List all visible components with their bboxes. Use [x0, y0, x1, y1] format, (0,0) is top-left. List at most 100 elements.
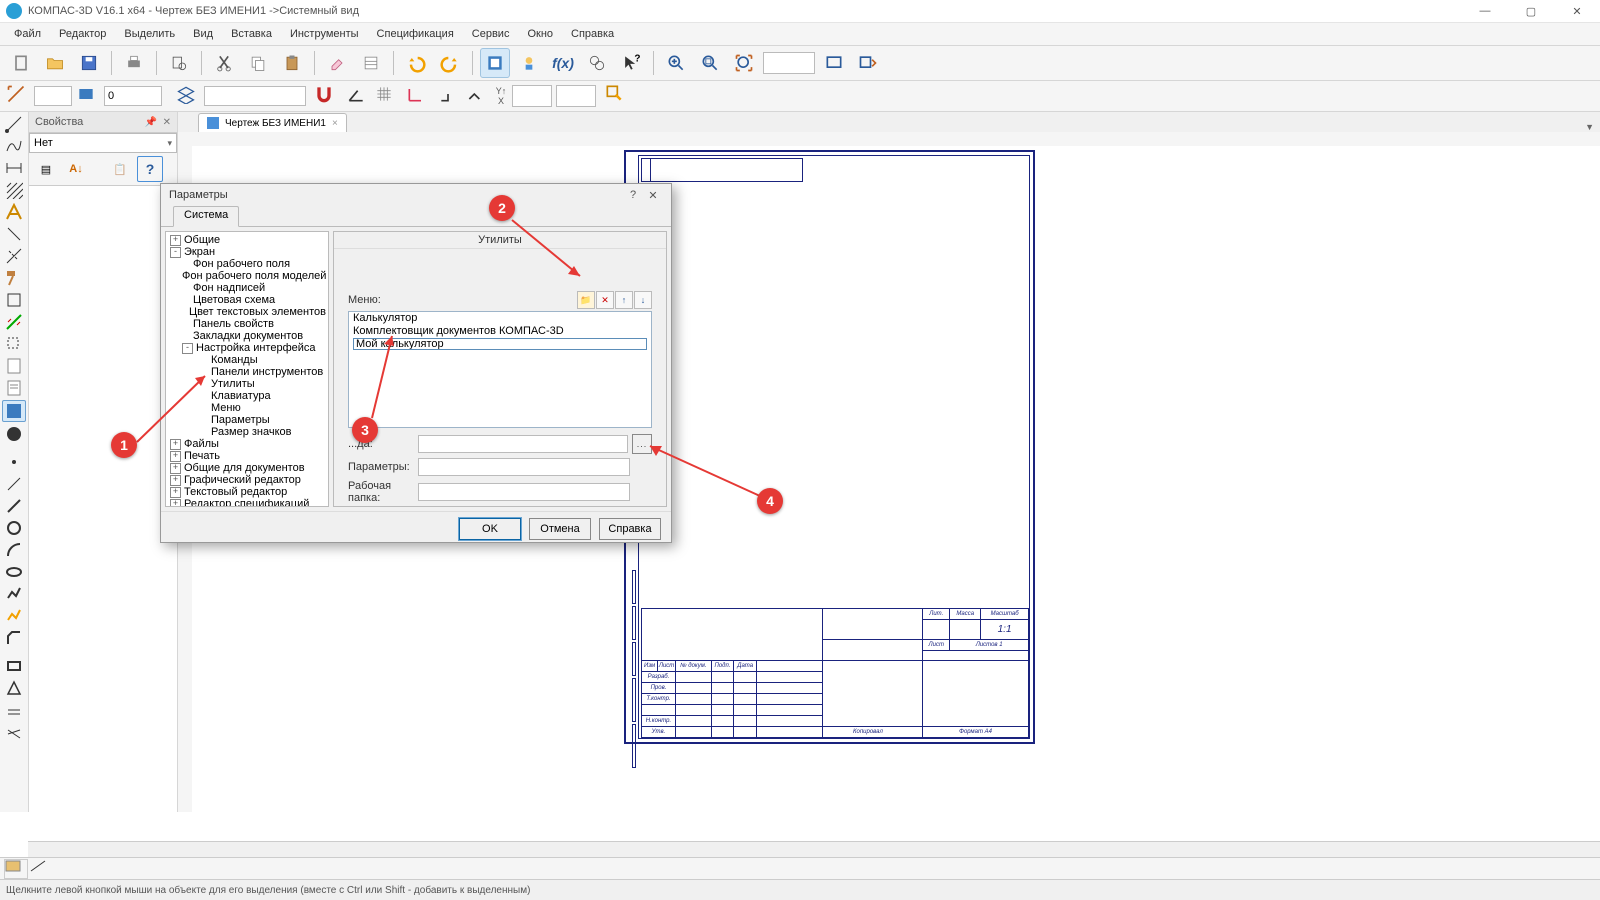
- chamfer-icon[interactable]: [3, 628, 25, 648]
- layers-icon[interactable]: [176, 84, 200, 108]
- arc-icon[interactable]: [3, 540, 25, 560]
- props-categorize-icon[interactable]: ▤: [33, 156, 59, 182]
- list-item-editing[interactable]: [349, 338, 651, 351]
- tree-node[interactable]: Фон надписей: [166, 282, 328, 294]
- function-icon[interactable]: f(x): [548, 48, 578, 78]
- measure-icon[interactable]: [3, 246, 25, 266]
- dialog-close-icon[interactable]: ✕: [643, 189, 663, 202]
- props-selector[interactable]: Нет: [29, 133, 177, 153]
- tree-node[interactable]: -Настройка интерфейса: [166, 342, 328, 354]
- add-menu-item-button[interactable]: 📁: [577, 291, 595, 309]
- rebuild-button[interactable]: [582, 48, 612, 78]
- report-icon[interactable]: [3, 378, 25, 398]
- equid-icon[interactable]: [3, 700, 25, 720]
- workdir-input[interactable]: [418, 483, 630, 501]
- tree-node[interactable]: +Общие для документов: [166, 462, 328, 474]
- menu-specification[interactable]: Спецификация: [369, 26, 462, 42]
- tree-node[interactable]: +Общие: [166, 234, 328, 246]
- circle-black-icon[interactable]: [3, 424, 25, 444]
- save-button[interactable]: [74, 48, 104, 78]
- dialog-tab-system[interactable]: Система: [173, 206, 239, 227]
- open-file-button[interactable]: [40, 48, 70, 78]
- point-icon[interactable]: [3, 452, 25, 472]
- cancel-button[interactable]: Отмена: [529, 518, 591, 540]
- document-tab[interactable]: Чертеж БЕЗ ИМЕНИ1 ×: [198, 113, 347, 132]
- dims-icon[interactable]: [3, 158, 25, 178]
- manager-button[interactable]: [480, 48, 510, 78]
- cut-button[interactable]: [209, 48, 239, 78]
- tree-node[interactable]: Панель свойств: [166, 318, 328, 330]
- round-icon[interactable]: [466, 84, 490, 108]
- contour-icon[interactable]: [3, 678, 25, 698]
- bezier-icon[interactable]: [3, 606, 25, 626]
- help-button[interactable]: Справка: [599, 518, 661, 540]
- doc-tab-close-icon[interactable]: ×: [332, 118, 338, 129]
- maximize-button[interactable]: ▢: [1508, 0, 1554, 22]
- props-help-icon[interactable]: ?: [137, 156, 163, 182]
- param-icon[interactable]: [3, 290, 25, 310]
- spec-icon[interactable]: [3, 356, 25, 376]
- tree-node[interactable]: Параметры: [166, 414, 328, 426]
- menu-items-list[interactable]: Калькулятор Комплектовщик документов КОМ…: [348, 311, 652, 428]
- local-cs-icon[interactable]: [406, 84, 430, 108]
- geometry-icon[interactable]: [3, 114, 25, 134]
- bt-line-icon[interactable]: [30, 860, 52, 878]
- zoom-in-button[interactable]: [661, 48, 691, 78]
- panel-close-icon[interactable]: ✕: [163, 117, 171, 128]
- sketch-pencil-icon[interactable]: [604, 83, 630, 109]
- menu-file[interactable]: Файл: [6, 26, 49, 42]
- aux-line-icon[interactable]: [3, 474, 25, 494]
- text-icon[interactable]: [3, 202, 25, 222]
- tree-node[interactable]: Закладки документов: [166, 330, 328, 342]
- paste-button[interactable]: [277, 48, 307, 78]
- props-apply-icon[interactable]: 📋: [107, 156, 133, 182]
- hatch-icon[interactable]: [3, 180, 25, 200]
- layername-combo[interactable]: [204, 86, 306, 106]
- menu-name-input[interactable]: [353, 338, 647, 350]
- print-button[interactable]: [119, 48, 149, 78]
- zoom-window-button[interactable]: [695, 48, 725, 78]
- tree-node[interactable]: +Графический редактор: [166, 474, 328, 486]
- menu-view[interactable]: Вид: [185, 26, 221, 42]
- move-down-button[interactable]: ↓: [634, 291, 652, 309]
- redraw-button[interactable]: [853, 48, 883, 78]
- minimize-button[interactable]: —: [1462, 0, 1508, 22]
- view-button[interactable]: [76, 84, 100, 108]
- menu-insert[interactable]: Вставка: [223, 26, 280, 42]
- tree-node[interactable]: +Текстовый редактор: [166, 486, 328, 498]
- tree-node[interactable]: Фон рабочего поля моделей: [166, 270, 328, 282]
- menu-window[interactable]: Окно: [519, 26, 561, 42]
- params-input[interactable]: [418, 458, 630, 476]
- tree-node[interactable]: Цветовая схема: [166, 294, 328, 306]
- new-file-button[interactable]: [6, 48, 36, 78]
- variables-button[interactable]: [514, 48, 544, 78]
- tree-node[interactable]: Размер значков: [166, 426, 328, 438]
- polyline-icon[interactable]: [3, 584, 25, 604]
- magnet-icon[interactable]: [314, 84, 338, 108]
- menu-service[interactable]: Сервис: [464, 26, 518, 42]
- menu-select[interactable]: Выделить: [116, 26, 183, 42]
- browse-button[interactable]: ...: [632, 434, 652, 454]
- insert-view-icon[interactable]: [2, 400, 26, 422]
- close-button[interactable]: ✕: [1554, 0, 1600, 22]
- tree-node[interactable]: +Редактор спецификаций: [166, 498, 328, 507]
- zoom-combo[interactable]: [763, 52, 815, 74]
- tree-node[interactable]: Меню: [166, 402, 328, 414]
- tree-node[interactable]: Панели инструментов: [166, 366, 328, 378]
- line-icon[interactable]: [3, 496, 25, 516]
- x-field[interactable]: [512, 85, 552, 107]
- delete-menu-item-button[interactable]: ✕: [596, 291, 614, 309]
- grid-icon[interactable]: [374, 84, 398, 108]
- tree-node[interactable]: Команды: [166, 354, 328, 366]
- tree-node[interactable]: Клавиатура: [166, 390, 328, 402]
- tabs-dropdown-icon[interactable]: ▼: [1585, 122, 1594, 132]
- pin-icon[interactable]: 📌: [145, 117, 157, 128]
- refresh-view-button[interactable]: [819, 48, 849, 78]
- eraser-icon[interactable]: [322, 48, 352, 78]
- tree-node[interactable]: Утилиты: [166, 378, 328, 390]
- tree-node[interactable]: Цвет текстовых элементов: [166, 306, 328, 318]
- angle-snap-icon[interactable]: [346, 84, 370, 108]
- ok-button[interactable]: OK: [459, 518, 521, 540]
- list-item[interactable]: Комплектовщик документов КОМПАС-3D: [349, 325, 651, 338]
- select-icon[interactable]: [3, 334, 25, 354]
